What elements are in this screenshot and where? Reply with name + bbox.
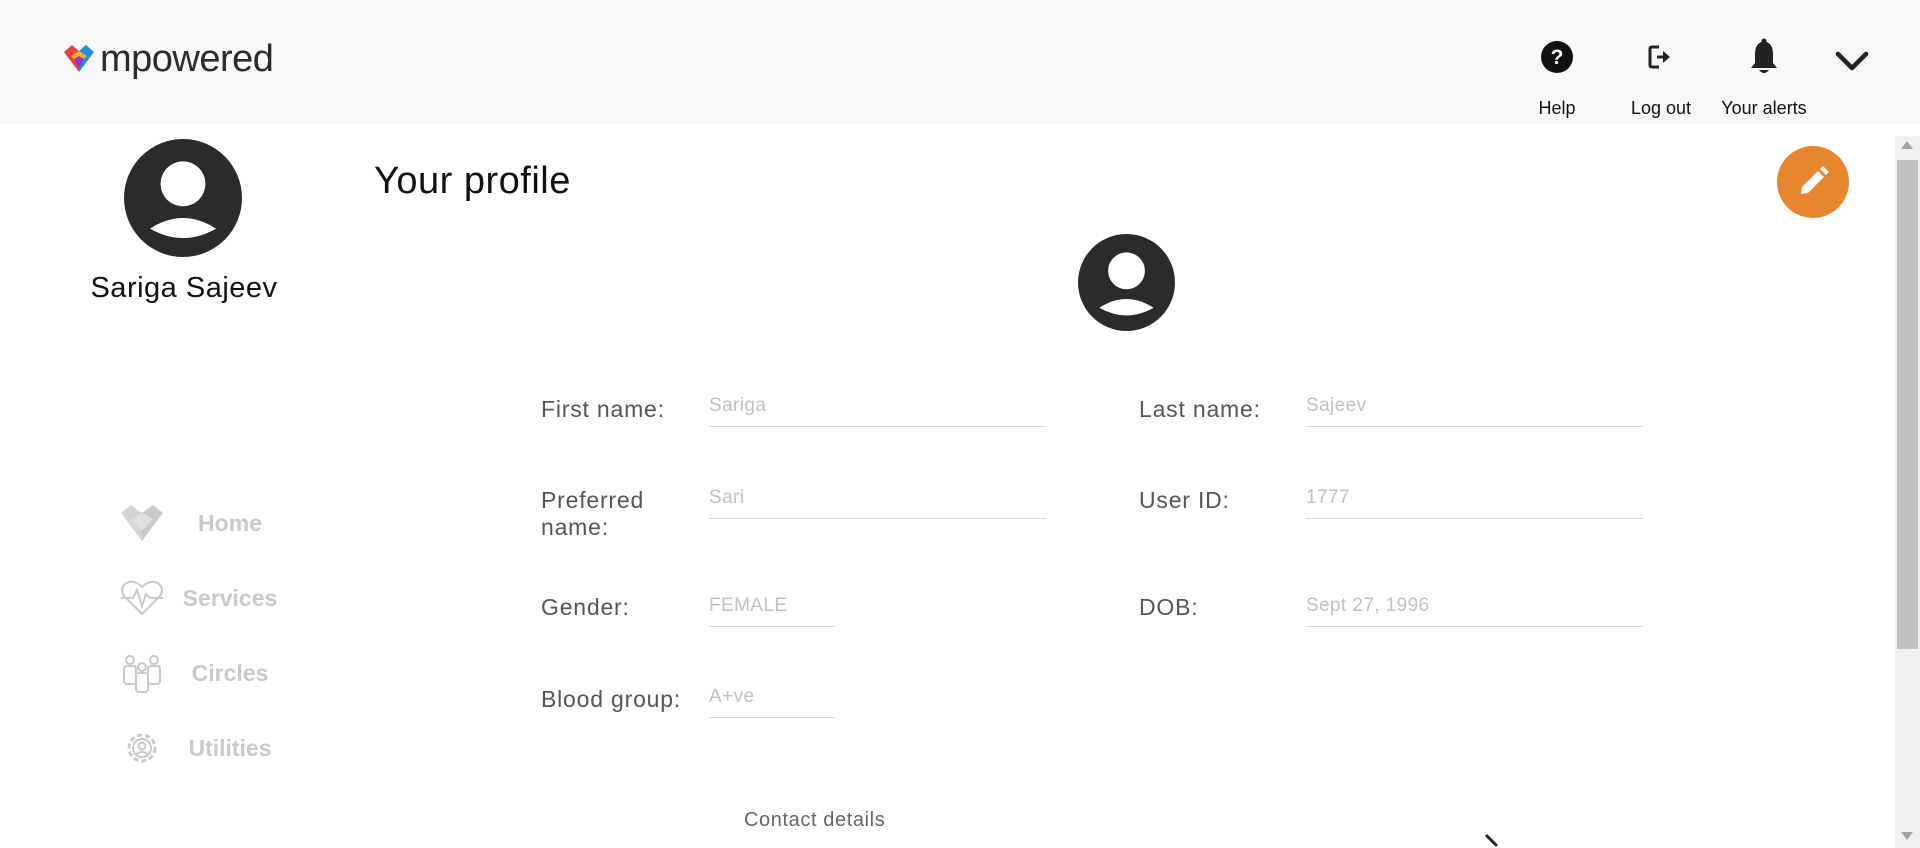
nav-label-home: Home: [198, 509, 262, 536]
chevron-down-icon[interactable]: [1832, 46, 1872, 76]
alerts-button[interactable]: Your alerts: [1712, 38, 1816, 119]
last-name-field[interactable]: Sajeev: [1306, 395, 1643, 427]
blood-group-field[interactable]: A+ve: [709, 686, 835, 718]
user-avatar-large: [124, 139, 242, 257]
logo-text: mpowered: [100, 38, 274, 80]
gender-field[interactable]: FEMALE: [709, 595, 835, 627]
nav-label-circles: Circles: [191, 659, 269, 686]
nav-item-circles[interactable]: Circles: [114, 648, 294, 698]
scroll-up-arrow-icon[interactable]: [1901, 141, 1913, 149]
top-header: mpowered ? Help Log out Your alerts: [0, 0, 1920, 124]
logout-button[interactable]: Log out: [1618, 38, 1704, 119]
dob-field[interactable]: Sept 27, 1996: [1306, 595, 1643, 627]
pencil-icon: [1801, 166, 1829, 194]
edit-profile-button[interactable]: [1777, 146, 1849, 218]
profile-avatar: [1078, 234, 1175, 331]
contact-details-toggle[interactable]: Contact details: [744, 809, 885, 832]
preferred-name-label: Preferred name:: [541, 487, 645, 540]
help-icon: ?: [1541, 41, 1573, 73]
user-id-label: User ID:: [1139, 487, 1230, 513]
nav-label-utilities: Utilities: [188, 734, 272, 761]
scrollbar-thumb[interactable]: [1897, 160, 1918, 649]
blood-group-label: Blood group:: [541, 686, 682, 712]
scroll-down-arrow-icon[interactable]: [1901, 832, 1913, 840]
bell-icon: [1751, 38, 1777, 73]
nav-label-services: Services: [182, 584, 278, 611]
first-name-label: First name:: [541, 396, 665, 422]
gear-icon: [127, 733, 157, 763]
user-name: Sariga Sajeev: [90, 272, 278, 304]
logo-heart-icon: [64, 45, 94, 72]
people-group-icon: [123, 655, 161, 693]
heart-logo-icon: [121, 505, 163, 541]
nav-item-services[interactable]: Services: [114, 573, 294, 623]
chevron-right-icon[interactable]: [1484, 834, 1506, 848]
preferred-name-field[interactable]: Sari: [709, 487, 1046, 519]
last-name-label: Last name:: [1139, 396, 1261, 422]
dob-label: DOB:: [1139, 594, 1199, 620]
nav-item-home[interactable]: Home: [114, 498, 294, 548]
user-id-field[interactable]: 1777: [1306, 487, 1643, 519]
alerts-label: Your alerts: [1721, 98, 1807, 118]
mpowered-logo[interactable]: mpowered: [62, 38, 274, 80]
gender-label: Gender:: [541, 594, 630, 620]
logout-label: Log out: [1630, 98, 1692, 118]
svg-text:?: ?: [1551, 46, 1564, 69]
help-label: Help: [1538, 98, 1576, 118]
logout-icon: [1648, 45, 1670, 69]
nav-item-utilities[interactable]: Utilities: [114, 723, 294, 773]
heartbeat-icon: [121, 580, 163, 616]
page-title: Your profile: [374, 160, 571, 202]
first-name-field[interactable]: Sariga: [709, 395, 1046, 427]
help-button[interactable]: ? Help: [1519, 38, 1595, 119]
